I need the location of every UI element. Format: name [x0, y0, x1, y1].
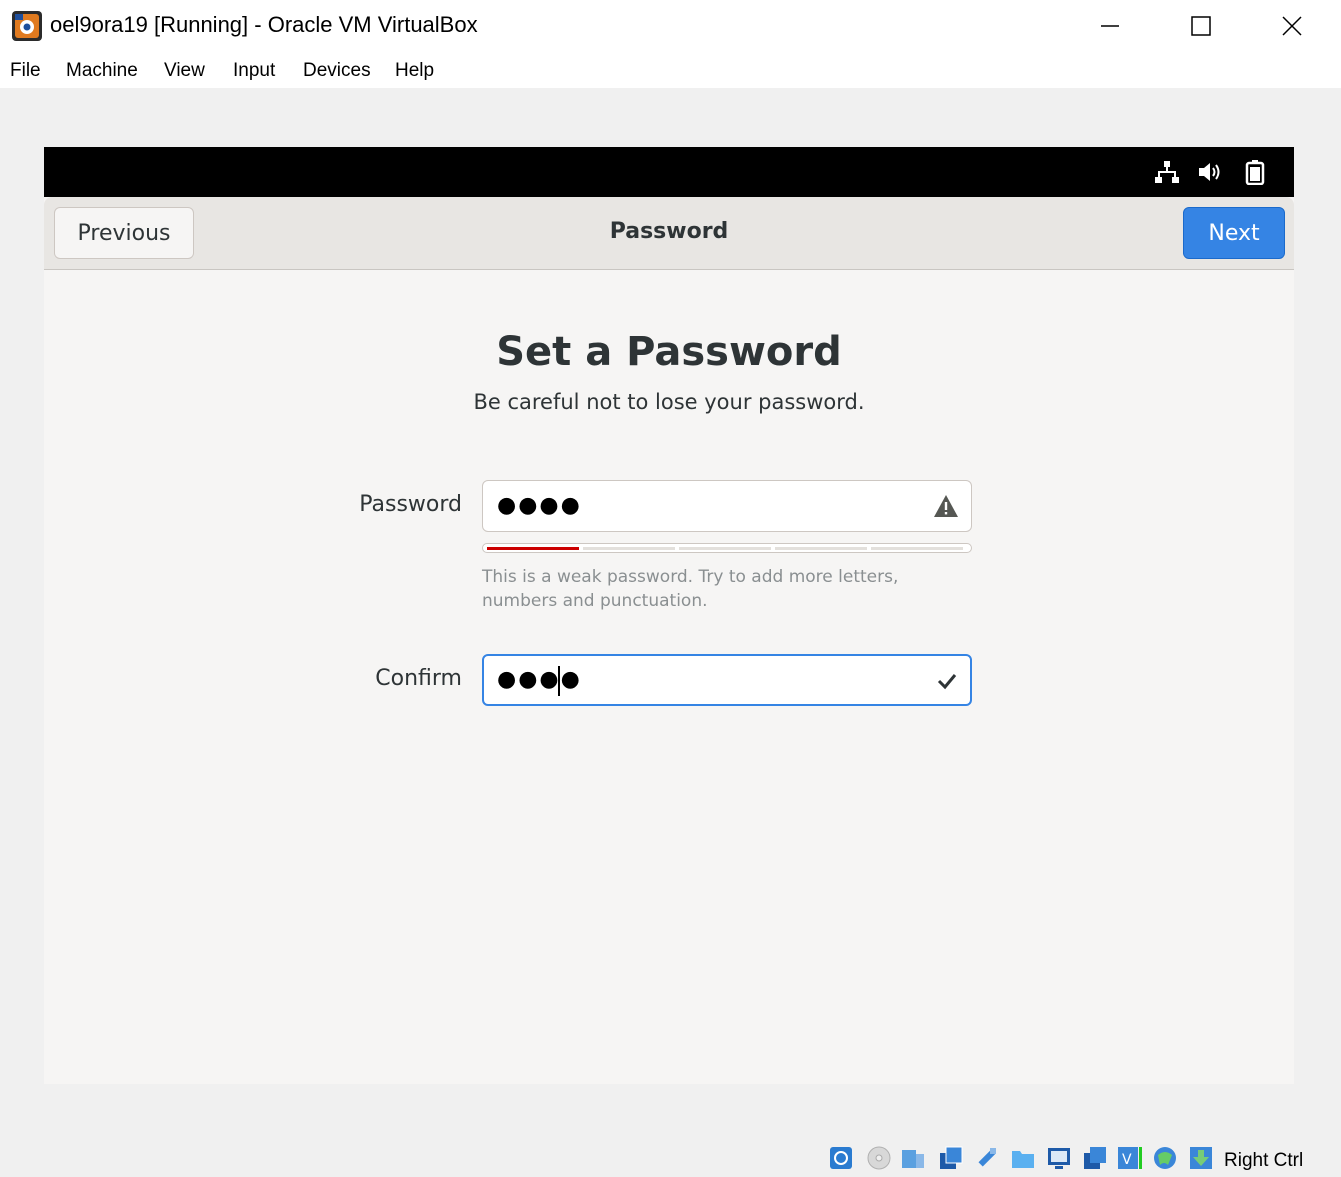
confirm-label: Confirm: [375, 666, 462, 691]
menubar: File Machine View Input Devices Help: [0, 52, 1341, 88]
window-titlebar: oel9ora19 [Running] - Oracle VM VirtualB…: [0, 0, 1341, 52]
minimize-button[interactable]: [1064, 0, 1156, 52]
network-icon[interactable]: [1154, 159, 1180, 185]
strength-segment: [775, 547, 867, 550]
host-key-label[interactable]: Right Ctrl: [1224, 1150, 1303, 1172]
virtualization-icon[interactable]: V: [1116, 1145, 1142, 1171]
password-value: ●●●●: [497, 493, 582, 518]
vm-status-bar: V Right Ctrl: [0, 1140, 1341, 1177]
shared-folders-icon[interactable]: [1010, 1145, 1036, 1171]
maximize-icon: [1191, 16, 1211, 36]
gnome-top-bar: [44, 147, 1294, 197]
text-caret: [558, 666, 560, 696]
display-icon[interactable]: [1046, 1145, 1072, 1171]
strength-segment: [583, 547, 675, 550]
strength-segment: [679, 547, 771, 550]
optical-drive-icon[interactable]: [866, 1145, 892, 1171]
audio-icon[interactable]: [900, 1145, 926, 1171]
vm-display[interactable]: Previous Password Next Set a Password Be…: [44, 147, 1294, 1084]
usb-icon[interactable]: [974, 1145, 1000, 1171]
hard-disk-icon[interactable]: [828, 1145, 854, 1171]
volume-icon[interactable]: [1197, 159, 1223, 185]
setup-header-bar: Previous Password Next: [44, 197, 1294, 270]
confirm-value: ●●●●: [497, 667, 582, 692]
password-strength-bar: [482, 543, 972, 553]
close-button[interactable]: [1246, 0, 1338, 52]
menu-view[interactable]: View: [164, 60, 205, 82]
checkmark-icon: [937, 674, 957, 690]
menu-file[interactable]: File: [10, 60, 41, 82]
page-heading: Set a Password: [496, 329, 842, 375]
strength-segment: [871, 547, 963, 550]
network-adapter-icon[interactable]: [938, 1145, 964, 1171]
virtualbox-icon: [12, 11, 42, 41]
recording-icon[interactable]: [1082, 1145, 1108, 1171]
maximize-button[interactable]: [1155, 0, 1247, 52]
minimize-icon: [1101, 25, 1119, 27]
close-icon: [1282, 16, 1302, 36]
menu-input[interactable]: Input: [233, 60, 275, 82]
menu-devices[interactable]: Devices: [303, 60, 371, 82]
battery-icon[interactable]: [1242, 159, 1268, 185]
window-title: oel9ora19 [Running] - Oracle VM VirtualB…: [50, 12, 478, 37]
menu-help[interactable]: Help: [395, 60, 434, 82]
header-title: Password: [609, 219, 729, 244]
guest-additions-icon[interactable]: [1188, 1145, 1214, 1171]
menu-machine[interactable]: Machine: [66, 60, 138, 82]
password-input[interactable]: ●●●●: [482, 480, 972, 532]
svg-text:V: V: [1122, 1152, 1132, 1168]
confirm-input[interactable]: ●●●●: [482, 654, 972, 706]
password-strength-hint: This is a weak password. Try to add more…: [482, 567, 899, 611]
warning-icon: [934, 495, 958, 517]
page-subtitle: Be careful not to lose your password.: [473, 390, 865, 414]
strength-segment-filled: [487, 547, 579, 550]
password-label: Password: [359, 492, 462, 517]
next-button[interactable]: Next: [1183, 207, 1285, 259]
mouse-integration-icon[interactable]: [1152, 1145, 1178, 1171]
